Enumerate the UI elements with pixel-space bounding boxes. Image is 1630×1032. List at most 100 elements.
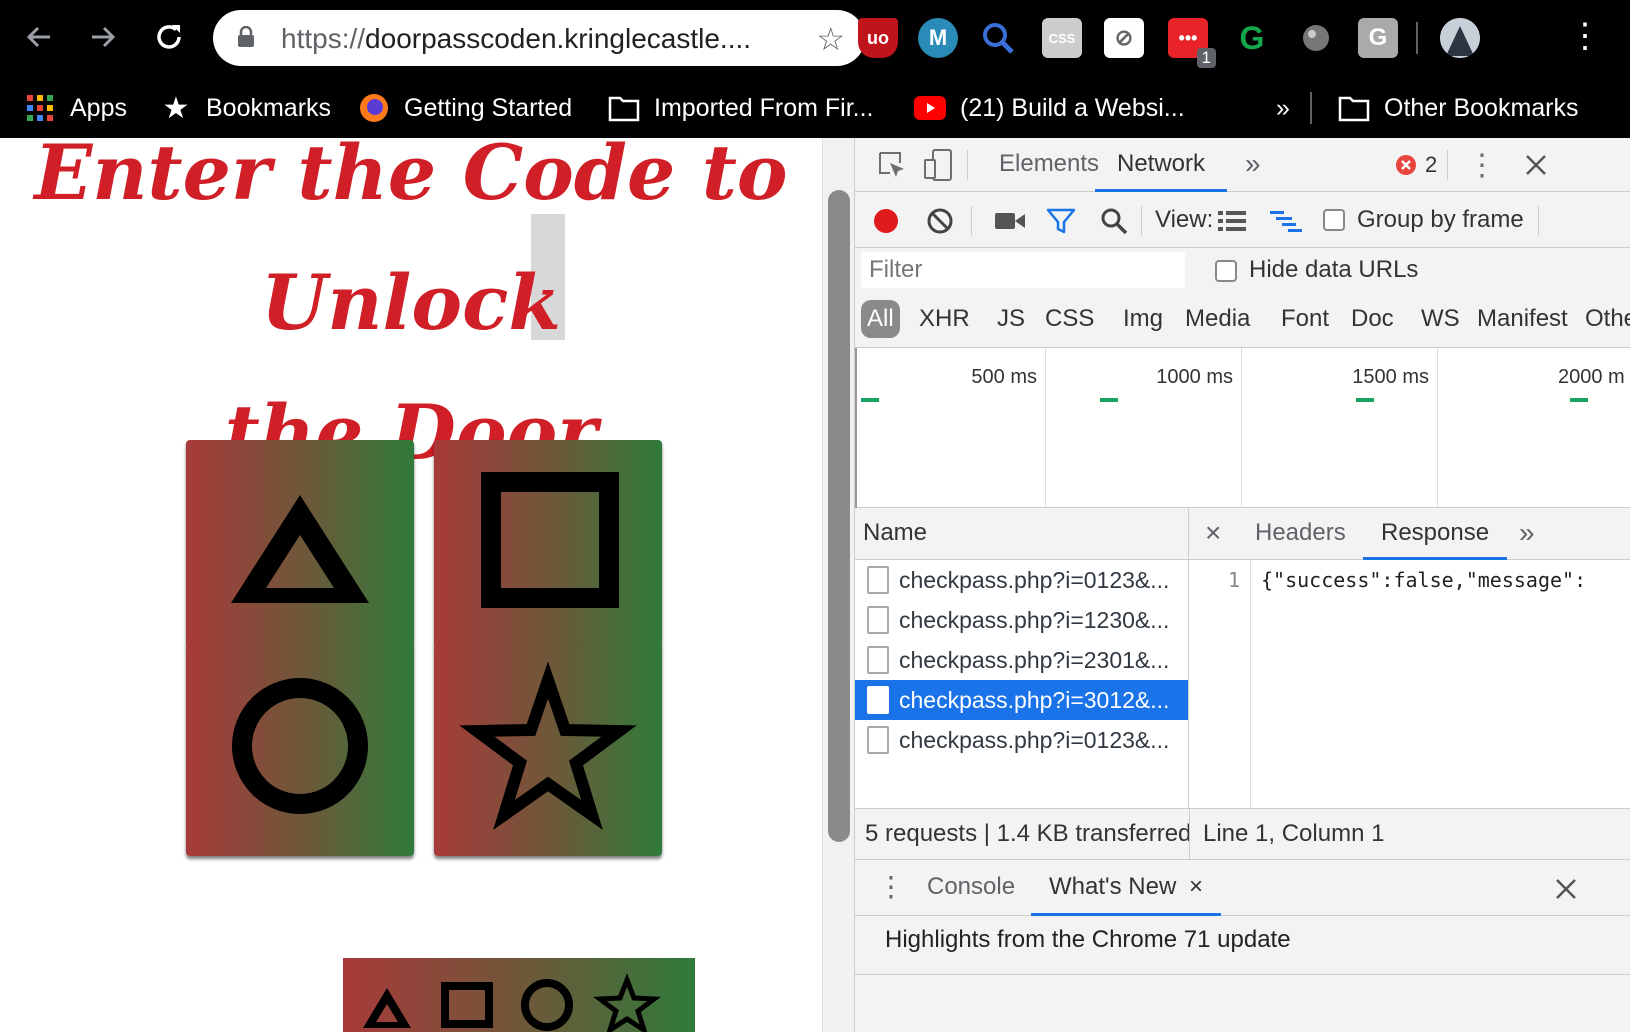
request-name: checkpass.php?i=0123&... <box>899 727 1170 753</box>
request-row[interactable]: checkpass.php?i=2301&... <box>855 640 1189 680</box>
close-devtools-icon[interactable] <box>1519 148 1553 182</box>
more-detail-tabs-button[interactable]: » <box>1519 508 1535 560</box>
filter-input[interactable] <box>861 252 1185 288</box>
key-star[interactable] <box>434 646 662 856</box>
type-filter-js[interactable]: JS <box>997 300 1025 338</box>
capture-screenshots-button[interactable] <box>993 206 1027 236</box>
name-column-header[interactable]: Name <box>855 508 1189 560</box>
document-icon <box>867 566 889 594</box>
grammarly-icon[interactable]: G <box>1232 18 1272 58</box>
url-host: doorpasscoden.kringlecastle.... <box>365 23 752 54</box>
address-bar[interactable]: https://doorpasscoden.kringlecastle.... … <box>213 10 865 66</box>
forward-button[interactable] <box>80 14 126 60</box>
bookmark-apps[interactable]: Apps <box>24 88 127 128</box>
type-filter-css[interactable]: CSS <box>1045 300 1094 338</box>
notification-extension-icon[interactable]: ••• 1 <box>1168 18 1216 68</box>
mailtrack-icon[interactable]: M <box>918 18 958 58</box>
key-circle[interactable] <box>186 646 414 856</box>
request-row[interactable]: checkpass.php?i=0123&... <box>855 560 1189 600</box>
clear-button[interactable] <box>925 206 955 236</box>
overview-column: 1000 ms <box>1045 348 1241 508</box>
request-row[interactable]: checkpass.php?i=1230&... <box>855 600 1189 640</box>
back-button[interactable] <box>16 14 62 60</box>
response-code-line: {"success":false,"message": <box>1261 568 1587 592</box>
circle-icon <box>521 979 573 1031</box>
network-overview[interactable]: 500 ms 1000 ms 1500 ms 2000 m <box>855 348 1630 508</box>
tab-whats-new-label: What's New <box>1049 873 1177 900</box>
star-icon <box>459 661 637 831</box>
g-extension-icon[interactable]: G <box>1358 18 1398 58</box>
show-overview-button[interactable] <box>1269 206 1303 236</box>
profile-avatar[interactable] <box>1440 18 1480 58</box>
hide-data-urls-checkbox[interactable] <box>1215 260 1237 282</box>
bookmark-other[interactable]: Other Bookmarks <box>1338 88 1579 128</box>
divider <box>855 974 1630 975</box>
scrollbar-thumb[interactable] <box>828 190 850 842</box>
type-filter-xhr[interactable]: XHR <box>919 300 970 338</box>
folder-icon <box>608 92 640 124</box>
type-filter-doc[interactable]: Doc <box>1351 300 1394 338</box>
type-filter-ws[interactable]: WS <box>1421 300 1460 338</box>
reload-button[interactable] <box>146 14 192 60</box>
group-by-frame-checkbox[interactable] <box>1323 209 1345 231</box>
close-detail-button[interactable]: × <box>1205 508 1221 560</box>
type-filter-media[interactable]: Media <box>1185 300 1250 338</box>
tab-network[interactable]: Network <box>1095 138 1228 192</box>
url-scheme: https:// <box>281 23 366 54</box>
request-name: checkpass.php?i=3012&... <box>899 687 1170 713</box>
inspect-element-icon[interactable] <box>875 148 909 182</box>
filter-toggle-button[interactable] <box>1045 206 1077 236</box>
arrow-right-icon <box>92 26 116 48</box>
search-button[interactable] <box>1099 206 1129 236</box>
requests-panel: Name checkpass.php?i=0123&... checkpass.… <box>855 508 1630 808</box>
whats-new-panel: Highlights from the Chrome 71 update <box>855 916 1630 1032</box>
group-by-frame-label: Group by frame <box>1357 206 1524 233</box>
tab-whats-new[interactable]: What's New × <box>1031 860 1221 916</box>
chevron-double-right-icon: » <box>1276 93 1290 122</box>
bookmark-star-icon[interactable]: ☆ <box>816 20 845 58</box>
request-row[interactable]: checkpass.php?i=0123&... <box>855 720 1189 760</box>
error-counter[interactable]: 2 <box>1395 152 1437 178</box>
response-viewer[interactable]: 1 {"success":false,"message": <box>1189 560 1630 808</box>
record-button[interactable] <box>871 206 901 236</box>
close-tab-icon[interactable]: × <box>1189 873 1203 900</box>
overview-column: 2000 m <box>1437 348 1630 508</box>
bookmark-getting-started[interactable]: Getting Started <box>358 88 572 128</box>
large-rows-button[interactable] <box>1217 206 1247 236</box>
search-extension-icon[interactable] <box>978 18 1018 58</box>
bookmark-imported[interactable]: Imported From Fir... <box>608 88 873 128</box>
overview-column: 500 ms <box>855 348 1045 508</box>
css-viewer-icon[interactable]: CSS <box>1042 18 1082 58</box>
drawer-menu-icon[interactable]: ⋮ <box>877 860 905 916</box>
square-icon <box>441 982 493 1028</box>
type-filter-img[interactable]: Img <box>1123 300 1163 338</box>
chrome-menu-icon[interactable]: ⋮ <box>1568 16 1602 56</box>
error-count: 2 <box>1425 152 1438 177</box>
bookmark-label: Other Bookmarks <box>1384 93 1579 122</box>
bookmark-bookmarks[interactable]: ★ Bookmarks <box>160 88 332 128</box>
type-filter-other[interactable]: Other <box>1585 300 1630 338</box>
type-filter-font[interactable]: Font <box>1281 300 1329 338</box>
bookmark-youtube[interactable]: (21) Build a Websi... <box>914 88 1185 128</box>
devtools-menu-icon[interactable]: ⋮ <box>1467 148 1497 182</box>
bookmarks-overflow-button[interactable]: » <box>1276 88 1290 128</box>
tab-response[interactable]: Response <box>1363 508 1508 560</box>
tab-headers[interactable]: Headers <box>1255 508 1346 560</box>
key-square[interactable] <box>434 440 662 650</box>
apps-grid-icon <box>24 92 56 124</box>
status-divider <box>1189 809 1190 859</box>
device-toolbar-icon[interactable] <box>921 146 955 184</box>
key-triangle[interactable] <box>186 440 414 650</box>
type-filter-manifest[interactable]: Manifest <box>1477 300 1568 338</box>
clear-icon <box>927 208 953 234</box>
eye-off-icon[interactable]: ⊘ <box>1104 18 1144 58</box>
close-drawer-icon[interactable] <box>1551 874 1581 904</box>
ublock-icon[interactable]: uo <box>858 18 898 58</box>
tab-console[interactable]: Console <box>927 860 1015 916</box>
more-tabs-button[interactable]: » <box>1245 138 1261 192</box>
globe-extension-icon[interactable] <box>1296 18 1336 58</box>
type-filter-all[interactable]: All <box>861 300 900 338</box>
page-scrollbar[interactable] <box>822 138 854 1032</box>
bookmark-label: Imported From Fir... <box>654 93 874 122</box>
request-row-selected[interactable]: checkpass.php?i=3012&... <box>855 680 1189 720</box>
